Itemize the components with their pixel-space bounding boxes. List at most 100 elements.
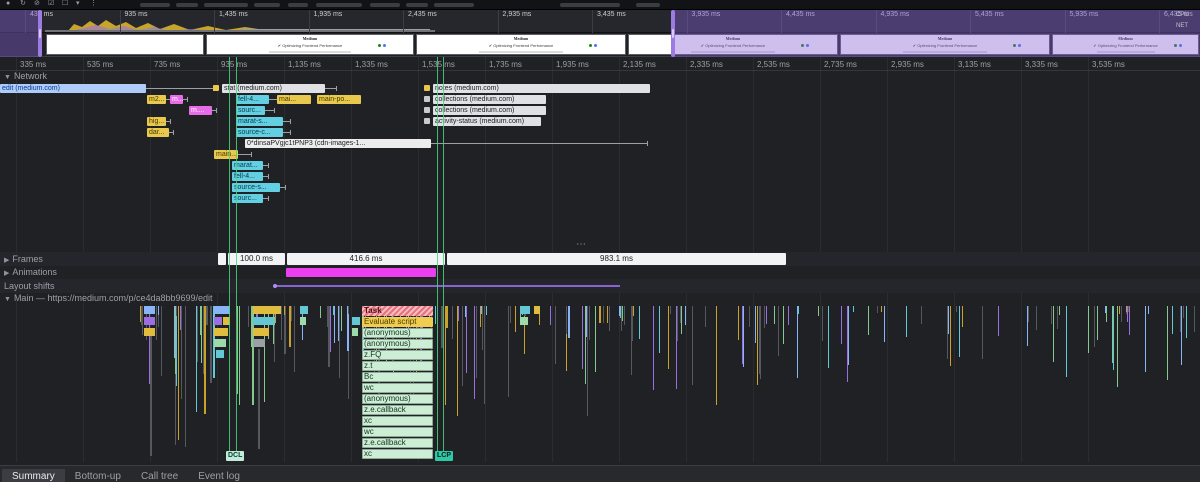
network-timing-whisker bbox=[238, 154, 252, 155]
toolbar-control[interactable] bbox=[254, 3, 280, 7]
flame-activity-line bbox=[176, 306, 178, 316]
flame-activity-line bbox=[206, 306, 209, 325]
network-request-bar[interactable]: marat-s... bbox=[236, 117, 283, 126]
ruler-time-label: 335 ms bbox=[20, 60, 47, 69]
network-request-bar[interactable]: m.... bbox=[189, 106, 212, 115]
layout-shifts-track-header[interactable]: Layout shifts bbox=[4, 281, 55, 291]
flame-activity-line bbox=[1182, 306, 1184, 318]
toolbar-control[interactable] bbox=[370, 3, 400, 7]
flame-frame-bc[interactable]: Bc bbox=[362, 372, 433, 382]
flame-frame-xc[interactable]: xc bbox=[362, 449, 433, 459]
network-request-bar[interactable]: sourc... bbox=[236, 106, 265, 115]
flame-frame-evaluate-script[interactable]: Evaluate script bbox=[362, 317, 433, 327]
flame-activity-line bbox=[798, 306, 800, 315]
network-request-bar[interactable]: collections (medium.com) bbox=[433, 95, 546, 104]
network-request-bar[interactable]: main-po... bbox=[317, 95, 361, 104]
toolbar-control[interactable] bbox=[176, 3, 198, 7]
animations-track-header[interactable]: ▶ Animations bbox=[4, 267, 57, 277]
ruler-time-label: 1,935 ms bbox=[556, 60, 589, 69]
flame-frame-z-e-callback[interactable]: z.e.callback bbox=[362, 405, 433, 415]
toolbar-control[interactable] bbox=[560, 3, 620, 7]
ruler-time-label: 1,535 ms bbox=[422, 60, 455, 69]
flame-activity-line bbox=[588, 306, 590, 341]
network-request-bar[interactable]: hig... bbox=[147, 117, 166, 126]
flame-frame--anonymous-[interactable]: (anonymous) bbox=[362, 328, 433, 338]
flame-frame-z-e-callback[interactable]: z.e.callback bbox=[362, 438, 433, 448]
flame-frame-z-t[interactable]: z.t bbox=[362, 361, 433, 371]
frame-duration-bar[interactable]: 416.6 ms bbox=[287, 253, 445, 265]
flame-activity-line bbox=[658, 306, 660, 354]
window-handle-right[interactable] bbox=[671, 10, 675, 57]
toolbar-control[interactable] bbox=[140, 3, 170, 7]
tab-bottom-up[interactable]: Bottom-up bbox=[65, 469, 131, 482]
network-request-bar[interactable]: stat (medium.com) bbox=[222, 84, 325, 93]
time-ruler[interactable]: 335 ms 535 ms 735 ms 935 ms 1,135 ms 1,335 ms… bbox=[0, 57, 1200, 71]
toolbar-control[interactable] bbox=[204, 3, 248, 7]
toolbar-control[interactable] bbox=[636, 3, 660, 7]
network-request-bar[interactable]: main... bbox=[214, 150, 238, 159]
network-request-bar[interactable]: 0*dinsaPVgjc1tPNP3 (cdn-images-1... bbox=[245, 139, 431, 148]
filmstrip-frame[interactable] bbox=[46, 34, 204, 55]
filmstrip-frame[interactable]: Medium ✔ Optimizing Frontend Performance bbox=[206, 34, 414, 55]
flame-frame-wc[interactable]: wc bbox=[362, 427, 433, 437]
main-thread-section-header[interactable]: ▼ Main — https://medium.com/p/ce4da8bb969… bbox=[4, 293, 213, 305]
track-resize-handle[interactable]: ⋯ bbox=[576, 239, 588, 250]
toolbar-control[interactable] bbox=[406, 3, 428, 7]
network-request-bar[interactable]: m... bbox=[170, 95, 183, 104]
network-request-bar[interactable]: edit (medium.com) bbox=[0, 84, 146, 93]
toolbar-control[interactable] bbox=[288, 3, 308, 7]
tab-summary[interactable]: Summary bbox=[2, 469, 65, 482]
filmstrip-frame[interactable]: Medium ✔ Optimizing Frontend Performance bbox=[416, 34, 626, 55]
network-request-bar[interactable]: dar... bbox=[147, 128, 169, 137]
main-thread-flame-chart[interactable]: Task Evaluate script (anonymous) (anonymous… bbox=[0, 305, 1200, 463]
frames-track-header[interactable]: ▶ Frames bbox=[4, 254, 43, 264]
animations-track[interactable]: ▶ Animations bbox=[0, 266, 1200, 279]
toolbar-control[interactable] bbox=[434, 3, 474, 7]
ruler-time-label: 1,735 ms bbox=[489, 60, 522, 69]
screenshots-checkbox[interactable]: ☑ bbox=[48, 0, 54, 9]
tab-call-tree[interactable]: Call tree bbox=[131, 469, 188, 482]
window-handle-left[interactable] bbox=[38, 10, 42, 57]
layout-shifts-track[interactable]: Layout shifts bbox=[0, 279, 1200, 293]
record-icon[interactable]: ● bbox=[6, 0, 10, 9]
flame-activity-line bbox=[905, 306, 907, 337]
flame-frame--anonymous-[interactable]: (anonymous) bbox=[362, 339, 433, 349]
overflow-menu-icon[interactable]: ⋮ bbox=[90, 0, 97, 9]
frames-track[interactable]: ▶ Frames 100.0 ms 416.6 ms 983.1 ms bbox=[0, 252, 1200, 266]
flame-activity-line bbox=[1167, 306, 1169, 381]
flame-activity-line bbox=[1193, 306, 1195, 332]
tab-event-log[interactable]: Event log bbox=[188, 469, 250, 482]
network-request-bar[interactable]: m2... bbox=[147, 95, 166, 104]
flame-activity-line bbox=[200, 306, 202, 336]
flame-frame-z-fq[interactable]: z.FQ bbox=[362, 350, 433, 360]
flame-activity-line bbox=[181, 306, 183, 400]
flame-frame-wc[interactable]: wc bbox=[362, 383, 433, 393]
overview-time-label: 2,435 ms bbox=[408, 11, 437, 18]
network-request-bar[interactable]: fell-4... bbox=[236, 95, 269, 104]
flame-frame--anonymous-[interactable]: (anonymous) bbox=[362, 394, 433, 404]
flame-activity-line bbox=[185, 306, 187, 448]
network-request-bar[interactable]: source-c... bbox=[236, 128, 283, 137]
flame-activity-line bbox=[759, 306, 761, 379]
toolbar-control[interactable] bbox=[316, 3, 362, 7]
memory-checkbox[interactable]: ☐ bbox=[62, 0, 68, 9]
network-timing-whisker bbox=[431, 143, 648, 144]
flame-activity-line bbox=[514, 306, 516, 333]
flame-frame-xc[interactable]: xc bbox=[362, 416, 433, 426]
network-request-bar[interactable]: activity-status (medium.com) bbox=[433, 117, 541, 126]
reload-icon[interactable]: ↻ bbox=[20, 0, 26, 9]
flame-activity-line bbox=[479, 306, 481, 328]
animation-track-bar[interactable] bbox=[286, 268, 436, 277]
network-request-bar[interactable]: collections (medium.com) bbox=[433, 106, 546, 115]
frame-duration-bar[interactable]: 983.1 ms bbox=[447, 253, 786, 265]
flame-activity-line bbox=[921, 306, 923, 325]
frame-duration-bar[interactable] bbox=[218, 253, 226, 265]
flame-frame-task[interactable]: Task bbox=[362, 306, 433, 316]
network-request-bar[interactable]: source-s... bbox=[232, 183, 280, 192]
network-section-header[interactable]: ▼ Network bbox=[4, 71, 47, 83]
network-request-bar[interactable]: mai... bbox=[277, 95, 311, 104]
dropdown-caret-icon[interactable]: ▾ bbox=[76, 0, 80, 9]
clear-icon[interactable]: ⊘ bbox=[34, 0, 40, 9]
network-request-bar[interactable]: notes (medium.com) bbox=[433, 84, 650, 93]
overview-time-label: 1,935 ms bbox=[313, 11, 343, 18]
